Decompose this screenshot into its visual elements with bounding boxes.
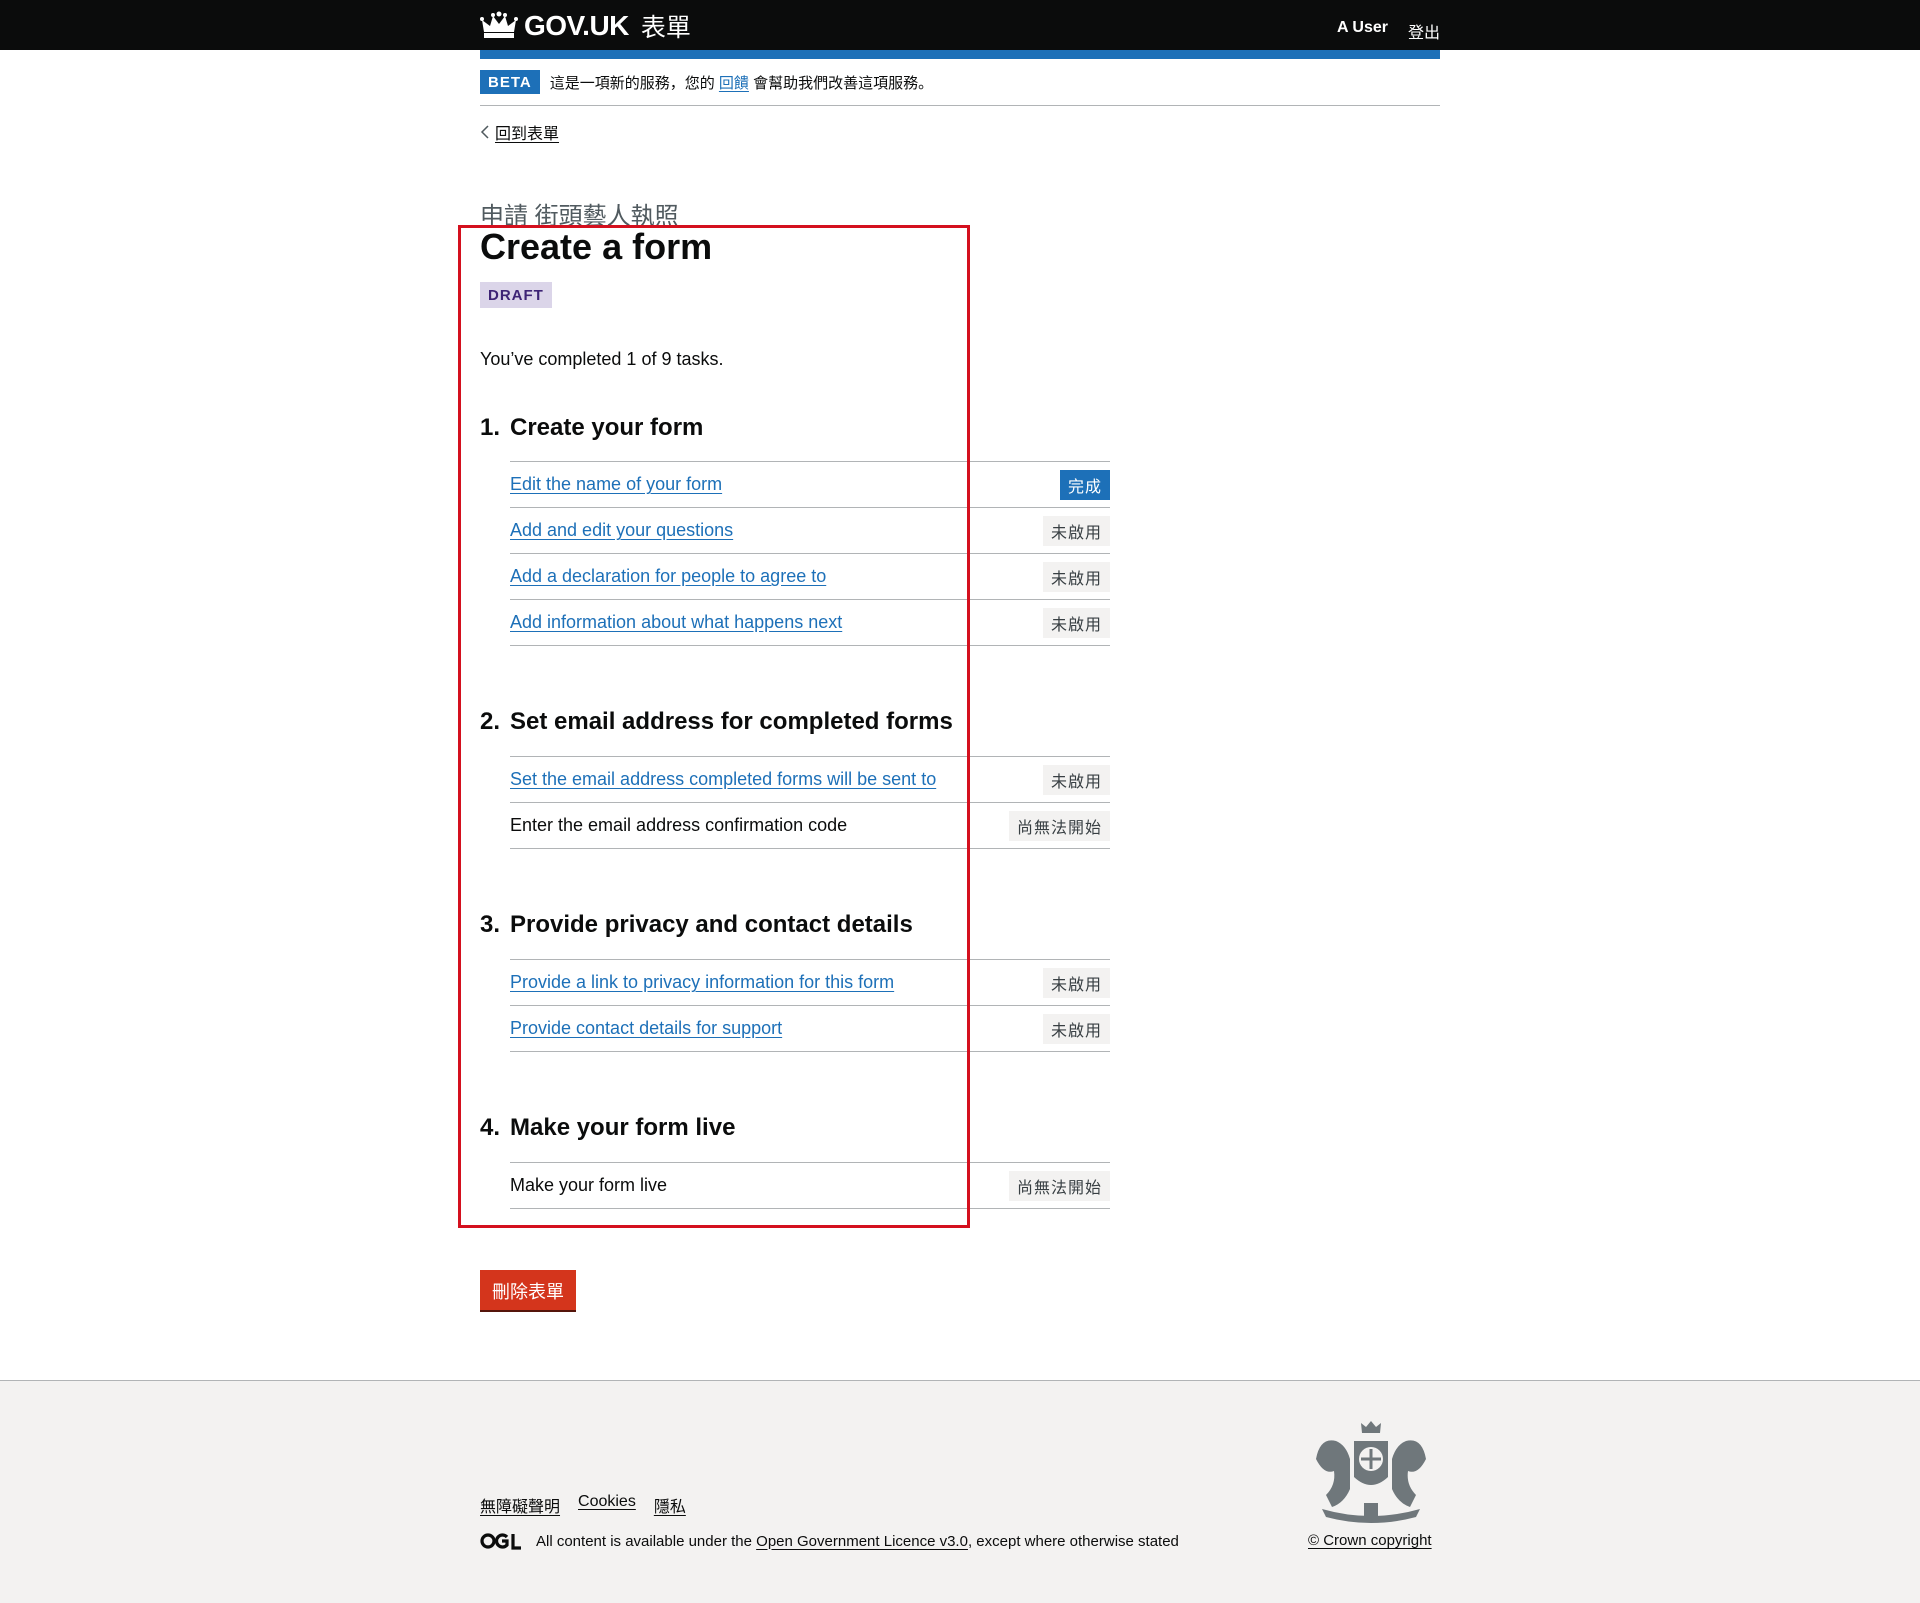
- status-tag: 未啟用: [1042, 967, 1110, 998]
- crown-copyright: © Crown copyright: [1308, 1532, 1432, 1549]
- task-list-email: Set the email address completed forms wi…: [510, 756, 1110, 849]
- task-progress-text: You’ve completed 1 of 9 tasks.: [480, 349, 724, 369]
- licence-text-after: , except where otherwise stated: [967, 1532, 1179, 1550]
- licence-statement: All content is available under the Open …: [480, 1532, 1179, 1550]
- licence-text-before: All content is available under the: [536, 1532, 752, 1550]
- crown-icon: [480, 11, 518, 38]
- beta-tag: BETA: [480, 70, 540, 94]
- status-tag: 未啟用: [1042, 607, 1110, 638]
- open-government-licence-link[interactable]: Open Government Licence v3.0: [756, 1533, 968, 1550]
- task-label-make-live: Make your form live: [510, 1175, 668, 1195]
- task-row: Add and edit your questions 未啟用: [510, 508, 1110, 554]
- crown-copyright-link[interactable]: © Crown copyright: [1308, 1532, 1432, 1549]
- task-link-what-happens-next[interactable]: Add information about what happens next: [510, 612, 842, 633]
- phase-text-after: 會幫助我們改善這項服務。: [753, 74, 934, 92]
- section-number: 4.: [480, 1114, 501, 1141]
- section-heading-create-form: 1. Create your form: [480, 414, 703, 442]
- task-row: Provide contact details for support 未啟用: [510, 1006, 1110, 1052]
- task-link-edit-name[interactable]: Edit the name of your form: [510, 474, 722, 495]
- task-row: Edit the name of your form 完成: [510, 462, 1110, 508]
- delete-form-button[interactable]: 刪除表單: [480, 1270, 576, 1310]
- task-link-contact-details[interactable]: Provide contact details for support: [510, 1018, 782, 1039]
- status-tag-cannot-start: 尚無法開始: [1008, 810, 1110, 841]
- section-heading-make-live: 4. Make your form live: [480, 1114, 735, 1142]
- task-row: Add a declaration for people to agree to…: [510, 554, 1110, 600]
- status-tag: 未啟用: [1042, 561, 1110, 592]
- site-footer: 無障礙聲明 Cookies 隱私 All content is availabl…: [0, 1380, 1920, 1603]
- task-label-confirmation-code: Enter the email address confirmation cod…: [510, 815, 848, 835]
- govuk-logo-link[interactable]: GOV.UK 表單: [480, 8, 691, 44]
- section-title: Make your form live: [510, 1114, 736, 1141]
- task-row: Provide a link to privacy information fo…: [510, 960, 1110, 1006]
- user-name: A User: [1337, 19, 1388, 36]
- feedback-link[interactable]: 回饋: [719, 75, 749, 92]
- status-tag-cannot-start: 尚無法開始: [1008, 1170, 1110, 1201]
- section-title: Set email address for completed forms: [510, 708, 953, 735]
- phase-banner: BETA 這是一項新的服務，您的 回饋 會幫助我們改善這項服務。: [480, 59, 1440, 106]
- footer-link-accessibility[interactable]: 無障礙聲明: [480, 1493, 560, 1517]
- section-number: 2.: [480, 708, 501, 735]
- section-number: 3.: [480, 911, 501, 938]
- task-row: Set the email address completed forms wi…: [510, 757, 1110, 803]
- logo-text: GOV.UK: [524, 10, 629, 41]
- header-blue-bar: [480, 50, 1440, 59]
- section-title: Create your form: [510, 414, 704, 441]
- site-header: GOV.UK 表單 A User 登出: [0, 0, 1920, 50]
- task-link-declaration[interactable]: Add a declaration for people to agree to: [510, 566, 826, 587]
- status-tag: 未啟用: [1042, 764, 1110, 795]
- back-link-container: 回到表單: [480, 120, 559, 144]
- section-heading-privacy: 3. Provide privacy and contact details: [480, 911, 913, 939]
- ogl-logo-icon: [480, 1533, 521, 1550]
- phase-banner-text: 這是一項新的服務，您的 回饋 會幫助我們改善這項服務。: [550, 72, 933, 93]
- page-title: Create a form: [480, 226, 713, 267]
- status-tag: 未啟用: [1042, 515, 1110, 546]
- header-container: GOV.UK 表單 A User 登出: [480, 0, 1440, 50]
- status-tag-completed: 完成: [1059, 469, 1110, 500]
- section-title: Provide privacy and contact details: [510, 911, 913, 938]
- task-row: Add information about what happens next …: [510, 600, 1110, 646]
- service-name[interactable]: 表單: [641, 8, 691, 44]
- section-heading-email: 2. Set email address for completed forms: [480, 708, 953, 736]
- draft-status-tag: DRAFT: [480, 282, 552, 308]
- status-tag: 未啟用: [1042, 1013, 1110, 1044]
- back-link[interactable]: 回到表單: [495, 120, 559, 144]
- task-row: Enter the email address confirmation cod…: [510, 803, 1110, 849]
- task-list-make-live: Make your form live 尚無法開始: [510, 1162, 1110, 1209]
- footer-link-privacy[interactable]: 隱私: [654, 1493, 686, 1517]
- task-link-privacy[interactable]: Provide a link to privacy information fo…: [510, 972, 894, 993]
- royal-coat-of-arms-icon: [1316, 1421, 1426, 1523]
- section-number: 1.: [480, 414, 501, 441]
- licence-text: All content is available under the Open …: [536, 1533, 1179, 1550]
- phase-text-before: 這是一項新的服務，您的: [549, 74, 715, 92]
- footer-links: 無障礙聲明 Cookies 隱私: [480, 1493, 686, 1517]
- task-link-set-email[interactable]: Set the email address completed forms wi…: [510, 769, 936, 790]
- task-row: Make your form live 尚無法開始: [510, 1163, 1110, 1209]
- task-list-privacy: Provide a link to privacy information fo…: [510, 959, 1110, 1052]
- chevron-left-icon: [480, 125, 489, 139]
- header-navigation: A User 登出: [1337, 19, 1440, 43]
- task-list-create-form: Edit the name of your form 完成 Add and ed…: [510, 461, 1110, 646]
- sign-out-link[interactable]: 登出: [1408, 19, 1440, 43]
- footer-link-cookies[interactable]: Cookies: [578, 1493, 636, 1517]
- task-link-questions[interactable]: Add and edit your questions: [510, 520, 733, 541]
